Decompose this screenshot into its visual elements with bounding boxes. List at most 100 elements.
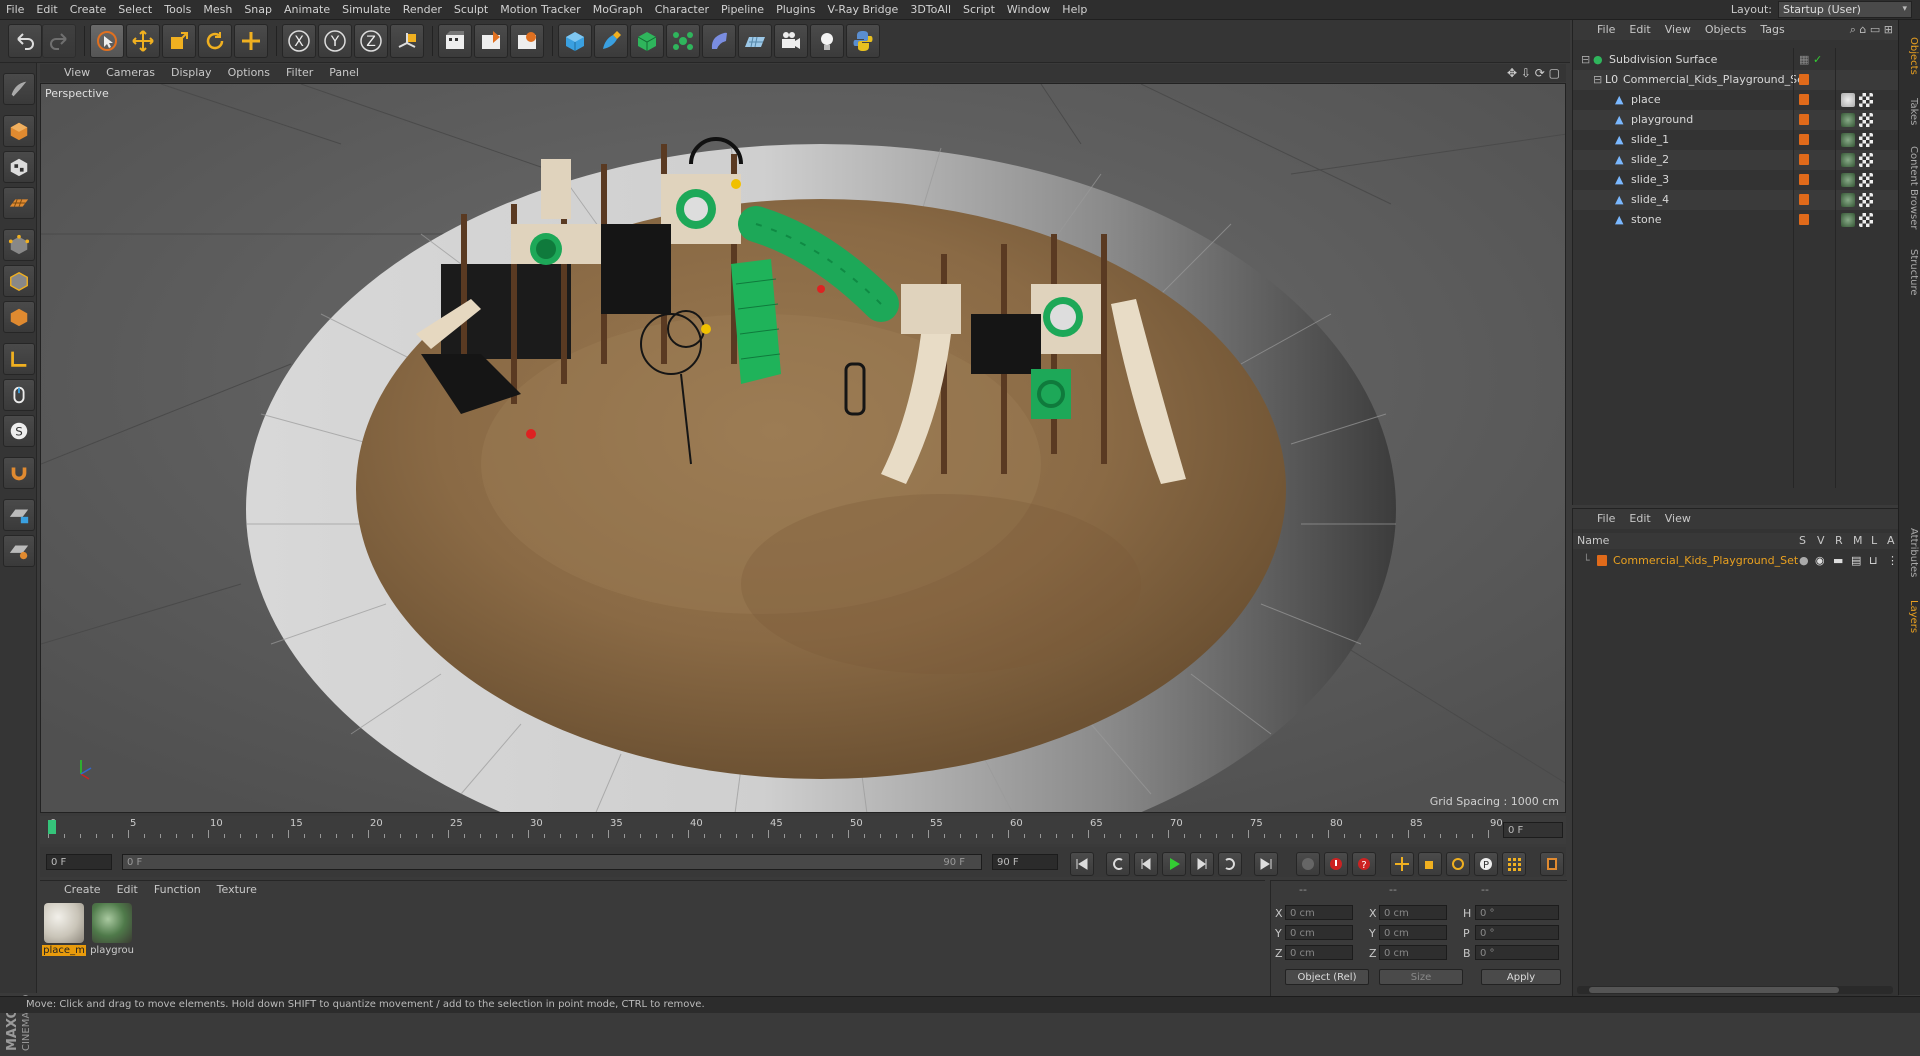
magnet-icon[interactable] (3, 457, 35, 489)
prev-frame-icon[interactable] (1134, 852, 1158, 876)
size-x-field[interactable]: 0 cm (1379, 905, 1447, 920)
material-menu-edit[interactable]: Edit (109, 881, 146, 899)
animation-icon[interactable]: ⋮ (1887, 551, 1898, 571)
uvw-tag[interactable] (1859, 213, 1873, 227)
tab-attributes[interactable]: Attributes (1901, 518, 1919, 588)
menu-animate[interactable]: Animate (278, 0, 336, 19)
viewport-menu-cameras[interactable]: Cameras (98, 64, 163, 82)
rotation-b-field[interactable]: 0 ° (1475, 945, 1559, 960)
prev-key-icon[interactable] (1106, 852, 1130, 876)
material-swatch-place[interactable]: place_m (42, 903, 86, 959)
layer-color-tag[interactable] (1799, 74, 1809, 85)
record-keys-icon[interactable] (1296, 852, 1320, 876)
tab-layers[interactable]: Layers (1901, 594, 1919, 640)
tab-objects[interactable]: Objects (1901, 26, 1919, 86)
render-icon[interactable]: ▬ (1833, 551, 1843, 571)
material-menu-texture[interactable]: Texture (209, 881, 265, 899)
axis-mode-icon[interactable] (3, 343, 35, 375)
layer-menu-view[interactable]: View (1658, 509, 1698, 529)
menu-file[interactable]: File (0, 0, 30, 19)
rotate-icon[interactable] (198, 24, 232, 58)
menu-snap[interactable]: Snap (238, 0, 278, 19)
uvw-tag[interactable] (1859, 93, 1873, 107)
viewport-menu-panel[interactable]: Panel (321, 64, 367, 82)
cube-icon[interactable] (558, 24, 592, 58)
uvw-tag[interactable] (1859, 193, 1873, 207)
size-y-field[interactable]: 0 cm (1379, 925, 1447, 940)
y-axis-icon[interactable]: Y (318, 24, 352, 58)
timeline-playhead[interactable] (48, 820, 56, 834)
key-parameter-icon[interactable]: P (1474, 852, 1498, 876)
menu-mesh[interactable]: Mesh (197, 0, 238, 19)
redo-icon[interactable] (42, 24, 76, 58)
material-swatch-playground[interactable]: playgrou (90, 903, 134, 959)
menu-render[interactable]: Render (397, 0, 448, 19)
position-z-field[interactable]: 0 cm (1285, 945, 1353, 960)
viewport-nav-icons[interactable]: ✥ ⇩ ⟳ ▢ (1507, 66, 1560, 80)
end-frame-field[interactable]: 90 F (992, 854, 1058, 870)
model-mode-icon[interactable] (3, 115, 35, 147)
menu-create[interactable]: Create (64, 0, 113, 19)
menu-pipeline[interactable]: Pipeline (715, 0, 770, 19)
object-row-slide-4[interactable]: ▲ slide_4 (1573, 190, 1899, 210)
viewport-menu-display[interactable]: Display (163, 64, 220, 82)
material-tag[interactable] (1841, 153, 1855, 167)
object-menu-file[interactable]: File (1573, 20, 1622, 40)
rotation-p-field[interactable]: 0 ° (1475, 925, 1559, 940)
object-menu-objects[interactable]: Objects (1698, 20, 1754, 40)
object-search-icons[interactable]: ⌕ ⌂ ▭ ⊞ (1850, 23, 1893, 37)
current-frame-field[interactable]: 0 F (1503, 822, 1563, 838)
object-row-place[interactable]: ▲ place (1573, 90, 1899, 110)
object-menu-tags[interactable]: Tags (1753, 20, 1791, 40)
layer-row[interactable]: └ Commercial_Kids_Playground_Set ● ◉ ▬ ▤… (1573, 551, 1899, 571)
timeline-layout-icon[interactable] (1540, 852, 1564, 876)
menu-help[interactable]: Help (1056, 0, 1093, 19)
keyframe-selection-icon[interactable]: ? (1352, 852, 1376, 876)
material-tag[interactable] (1841, 193, 1855, 207)
move-icon[interactable] (126, 24, 160, 58)
tweak-mode-icon[interactable] (3, 379, 35, 411)
edges-mode-icon[interactable] (3, 265, 35, 297)
menu-motion-tracker[interactable]: Motion Tracker (494, 0, 586, 19)
menu-window[interactable]: Window (1001, 0, 1056, 19)
object-row-slide-3[interactable]: ▲ slide_3 (1573, 170, 1899, 190)
camera-icon[interactable] (774, 24, 808, 58)
pen-icon[interactable] (594, 24, 628, 58)
object-menu-view[interactable]: View (1658, 20, 1698, 40)
polygons-mode-icon[interactable] (3, 301, 35, 333)
size-mode-dropdown[interactable]: Size (1379, 969, 1463, 985)
material-tag[interactable] (1841, 213, 1855, 227)
play-icon[interactable] (1162, 852, 1186, 876)
object-row-playground[interactable]: ▲ playground (1573, 110, 1899, 130)
workplane-icon[interactable] (3, 187, 35, 219)
menu-select[interactable]: Select (112, 0, 158, 19)
manager-icon[interactable]: ▤ (1851, 551, 1861, 571)
rotation-h-field[interactable]: 0 ° (1475, 905, 1559, 920)
material-tag[interactable] (1841, 173, 1855, 187)
key-rotation-icon[interactable] (1446, 852, 1470, 876)
object-row-stone[interactable]: ▲ stone (1573, 210, 1899, 230)
next-frame-icon[interactable] (1190, 852, 1214, 876)
layer-color-tag[interactable] (1799, 114, 1809, 125)
material-menu-create[interactable]: Create (40, 881, 109, 899)
size-z-field[interactable]: 0 cm (1379, 945, 1447, 960)
snap-icon[interactable]: S (3, 415, 35, 447)
key-position-icon[interactable] (1390, 852, 1414, 876)
floor-icon[interactable] (738, 24, 772, 58)
make-editable-icon[interactable] (3, 73, 35, 105)
menu-script[interactable]: Script (957, 0, 1001, 19)
material-menu-function[interactable]: Function (146, 881, 209, 899)
points-mode-icon[interactable] (3, 229, 35, 261)
viewport-menu-view[interactable]: View (40, 64, 98, 82)
viewport-perspective[interactable]: Perspective Grid Spacing : 1000 cm (40, 83, 1566, 813)
render-view-icon[interactable] (438, 24, 472, 58)
x-axis-icon[interactable]: X (282, 24, 316, 58)
menu-edit[interactable]: Edit (30, 0, 63, 19)
object-menu-edit[interactable]: Edit (1622, 20, 1657, 40)
material-tag[interactable] (1841, 113, 1855, 127)
scale-icon[interactable] (162, 24, 196, 58)
solo-dot-icon[interactable]: ● (1799, 551, 1809, 571)
frame-range-slider[interactable]: 0 F 90 F (122, 854, 982, 870)
uvw-tag[interactable] (1859, 113, 1873, 127)
world-icon[interactable] (390, 24, 424, 58)
